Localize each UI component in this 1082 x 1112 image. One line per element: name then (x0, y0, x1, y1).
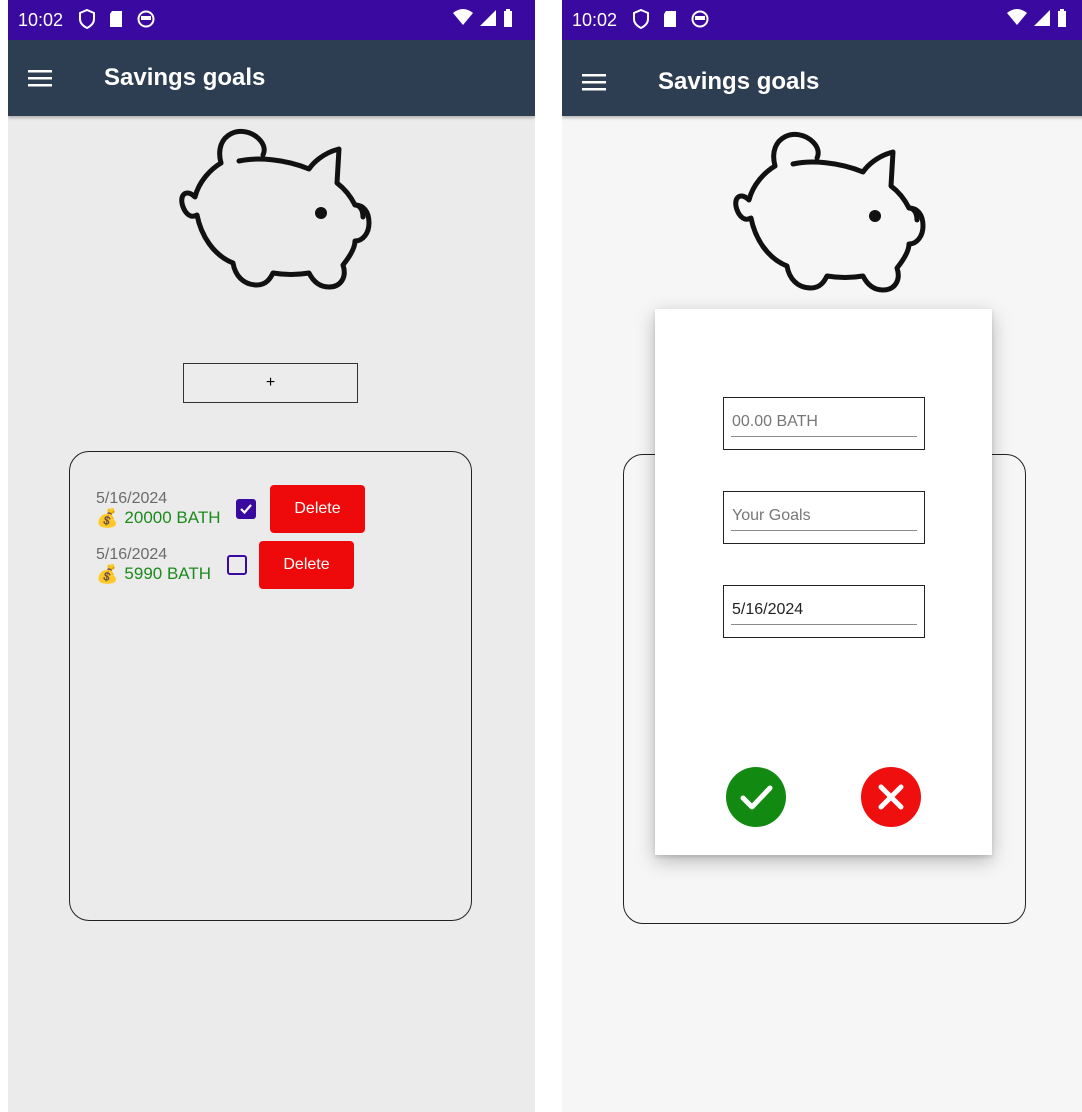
goal-placeholder: Your Goals (732, 507, 811, 524)
status-bar: 10:02 (562, 0, 1082, 40)
field-underline (731, 436, 917, 437)
goal-date: 5/16/2024 (96, 490, 168, 507)
piggy-bank-icon (179, 128, 372, 290)
hamburger-menu-icon[interactable] (28, 68, 52, 88)
goals-list-card: 5/16/2024 💰 20000 BATH Delete 5/16/2024 … (69, 451, 472, 921)
amount-field[interactable]: 00.00 BATH (723, 397, 925, 450)
status-notification-icons (632, 9, 710, 29)
goal-amount-row: 💰 5990 BATH (96, 564, 211, 584)
hamburger-menu-icon[interactable] (582, 72, 606, 92)
right-screen: 10:02 Savings goals 00.00 BATH Your Goal… (562, 0, 1082, 1112)
status-system-icons (1007, 9, 1067, 27)
goal-amount: 20000 BATH (124, 508, 221, 527)
checkmark-icon (740, 785, 773, 810)
goal-item: 5/16/2024 💰 20000 BATH (96, 490, 221, 528)
goal-name-field[interactable]: Your Goals (723, 491, 925, 544)
left-screen: 10:02 Savings goals + 5/16/2024 💰 20000 … (8, 0, 535, 1112)
delete-button[interactable]: Delete (259, 541, 354, 589)
field-underline (731, 530, 917, 531)
money-bag-icon: 💰 (96, 564, 119, 584)
battery-icon (1058, 9, 1066, 27)
add-goal-button[interactable]: + (183, 363, 358, 403)
goal-checkbox[interactable] (227, 555, 247, 575)
close-x-icon (878, 784, 904, 810)
confirm-button[interactable] (726, 767, 786, 827)
signal-icon (1034, 10, 1050, 26)
money-bag-icon: 💰 (96, 508, 119, 528)
date-value: 5/16/2024 (732, 601, 804, 618)
shield-icon (633, 9, 649, 29)
app-bar: Savings goals (8, 40, 535, 116)
status-time: 10:02 (18, 10, 64, 30)
face-icon (137, 10, 155, 28)
sd-card-icon (664, 11, 676, 27)
piggy-bank-icon (733, 131, 926, 293)
add-goal-dialog: 00.00 BATH Your Goals 5/16/2024 (655, 309, 992, 855)
field-underline (731, 624, 917, 625)
status-bar: 10:02 (8, 0, 535, 40)
check-icon (240, 504, 252, 515)
sd-card-icon (110, 11, 122, 27)
goal-amount: 5990 BATH (124, 564, 212, 583)
status-time: 10:02 (572, 10, 618, 30)
app-bar: Savings goals (562, 40, 1082, 116)
wifi-icon (453, 9, 473, 25)
page-title: Savings goals (658, 68, 820, 95)
cancel-button[interactable] (861, 767, 921, 827)
signal-icon (480, 10, 496, 26)
page-title: Savings goals (104, 64, 266, 91)
face-icon (691, 10, 709, 28)
goal-checkbox[interactable] (236, 499, 256, 519)
delete-button[interactable]: Delete (270, 485, 365, 533)
date-field[interactable]: 5/16/2024 (723, 585, 925, 638)
battery-icon (504, 9, 512, 27)
status-notification-icons (78, 9, 156, 29)
goal-item: 5/16/2024 💰 5990 BATH (96, 546, 211, 584)
shield-icon (79, 9, 95, 29)
status-system-icons (453, 9, 513, 27)
wifi-icon (1007, 9, 1027, 25)
goal-amount-row: 💰 20000 BATH (96, 508, 221, 528)
goal-date: 5/16/2024 (96, 546, 168, 563)
amount-placeholder: 00.00 BATH (732, 413, 818, 430)
